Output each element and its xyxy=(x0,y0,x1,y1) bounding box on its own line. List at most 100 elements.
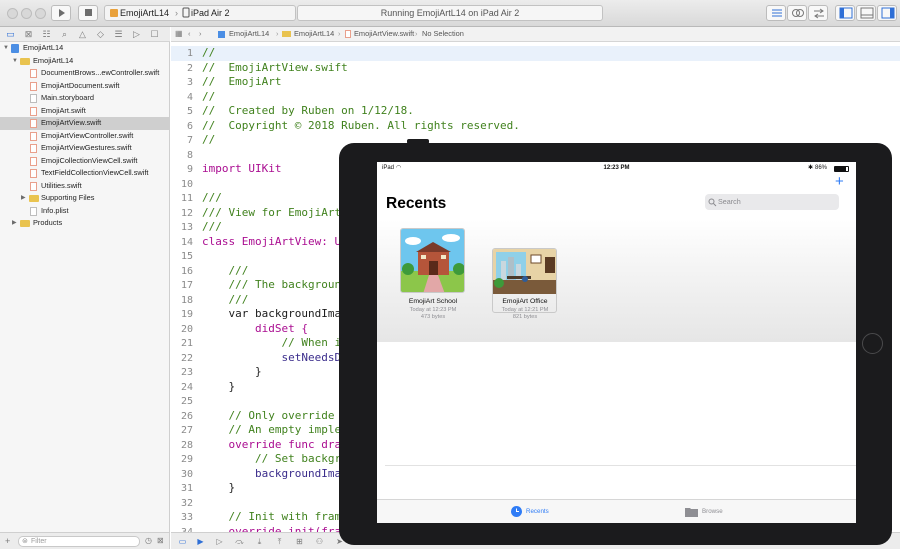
storyboard-file-icon xyxy=(30,94,37,103)
debug-icon[interactable]: ☰ xyxy=(114,30,123,39)
tree-row[interactable]: EmojiArtViewController.swift xyxy=(0,130,169,143)
source-control-icon[interactable]: ⊠ xyxy=(24,30,33,39)
tree-row[interactable]: DocumentBrows...ewController.swift xyxy=(0,67,169,80)
breadcrumb-project[interactable]: EmojiArtL14 xyxy=(229,27,269,41)
line-number: 19 xyxy=(180,309,193,320)
folder-icon xyxy=(685,508,698,517)
tab-recents[interactable]: Recents xyxy=(511,500,571,523)
navigator-filter-bar: + ⊜ Filter ◷ ⊠ xyxy=(0,532,170,549)
tree-row[interactable]: ▶ Supporting Files xyxy=(0,192,169,205)
recent-files-icon[interactable]: ◷ xyxy=(145,536,152,546)
scheme-selector[interactable]: EmojiArtL14 › iPad Air 2 xyxy=(104,5,296,21)
tree-row-selected[interactable]: EmojiArtView.swift xyxy=(0,117,169,130)
issue-icon[interactable]: △ xyxy=(78,30,87,39)
home-button[interactable] xyxy=(862,333,883,354)
pause-icon[interactable]: ▷ xyxy=(215,537,224,546)
tab-browse[interactable]: Browse xyxy=(685,500,745,523)
tab-bar: Recents Browse xyxy=(377,499,856,523)
standard-editor-button[interactable] xyxy=(766,5,786,21)
tree-row[interactable]: EmojiArtDocument.swift xyxy=(0,80,169,93)
run-button[interactable] xyxy=(51,5,71,21)
tree-row[interactable]: ▼ EmojiArtL14 xyxy=(0,55,169,68)
report-icon[interactable]: ☐ xyxy=(150,30,159,39)
tree-row[interactable]: TextFieldCollectionViewCell.swift xyxy=(0,167,169,180)
tree-row[interactable]: ▼ EmojiArtL14 xyxy=(0,42,169,55)
navigator-selector-bar: ▭ ⊠ ☷ ⌕ △ ◇ ☰ ▷ ☐ xyxy=(0,27,170,42)
code-text: } xyxy=(202,481,236,494)
tree-label: Supporting Files xyxy=(41,193,95,202)
tree-row[interactable]: ▶ Products xyxy=(0,217,169,230)
version-editor-button[interactable] xyxy=(808,5,828,21)
folder-icon[interactable]: ▭ xyxy=(6,30,15,39)
swift-file-icon xyxy=(30,81,37,91)
scm-filter-icon[interactable]: ⊠ xyxy=(157,536,164,546)
breadcrumb-file[interactable]: EmojiArtView.swift xyxy=(354,27,414,41)
line-number: 26 xyxy=(180,410,193,422)
disclosure-open-icon[interactable]: ▼ xyxy=(12,55,20,68)
navigator-toggle[interactable] xyxy=(835,5,855,21)
disclosure-open-icon[interactable]: ▼ xyxy=(3,42,11,55)
activity-text: Running EmojiArtL14 on iPad Air 2 xyxy=(380,8,520,18)
tree-row[interactable]: Main.storyboard xyxy=(0,92,169,105)
stop-button[interactable] xyxy=(78,5,98,21)
tree-label: EmojiArtViewController.swift xyxy=(41,130,134,140)
tree-row[interactable]: Info.plist xyxy=(0,205,169,218)
code-line[interactable]: 6 // Copyright © 2018 Ruben. All rights r… xyxy=(171,119,900,134)
disclosure-closed-icon[interactable]: ▶ xyxy=(21,192,29,205)
tree-row[interactable]: EmojiArt.swift xyxy=(0,105,169,118)
symbol-icon[interactable]: ☷ xyxy=(42,30,51,39)
breadcrumb-selection[interactable]: No Selection xyxy=(422,27,464,41)
memory-graph-icon[interactable]: ⚇ xyxy=(315,537,324,546)
add-icon[interactable]: + xyxy=(5,536,10,546)
breakpoints-icon[interactable]: ▶ xyxy=(196,537,205,546)
hide-debug-icon[interactable]: ▭ xyxy=(178,537,187,546)
minimize-window-button[interactable] xyxy=(21,8,32,19)
tree-label: EmojiArt.swift xyxy=(41,105,86,115)
swift-file-icon xyxy=(30,181,37,191)
project-icon xyxy=(11,44,19,53)
code-line[interactable]: 5 // Created by Ruben on 1/12/18. xyxy=(171,104,900,119)
code-line[interactable]: 2 // EmojiArtView.swift xyxy=(171,61,900,76)
line-number: 31 xyxy=(180,483,193,494)
code-line[interactable]: 3 // EmojiArt xyxy=(171,75,900,90)
swift-file-icon xyxy=(30,156,37,166)
related-items-icon[interactable]: ▦ xyxy=(175,27,183,41)
tree-row[interactable]: EmojiArtViewGestures.swift xyxy=(0,142,169,155)
back-arrow-icon[interactable]: ‹ xyxy=(188,27,190,41)
zoom-window-button[interactable] xyxy=(35,8,46,19)
step-over-icon[interactable]: ⤼ xyxy=(235,537,244,546)
breadcrumb-group[interactable]: EmojiArtL14 xyxy=(294,27,334,41)
tree-row[interactable]: Utilities.swift xyxy=(0,180,169,193)
code-text: } xyxy=(202,379,236,393)
disclosure-closed-icon[interactable]: ▶ xyxy=(12,217,20,230)
view-hierarchy-icon[interactable]: ⊞ xyxy=(295,537,304,546)
breakpoint-icon[interactable]: ▷ xyxy=(132,30,141,39)
add-document-button[interactable]: + xyxy=(835,174,844,190)
filter-input[interactable]: ⊜ Filter xyxy=(18,536,140,547)
swift-file-icon xyxy=(30,144,37,153)
line-number: 8 xyxy=(186,149,193,161)
search-field[interactable]: Search xyxy=(705,194,839,210)
document-item[interactable]: EmojiArt Office Today at 12:21 PM 821 by… xyxy=(481,228,569,338)
test-icon[interactable]: ◇ xyxy=(96,30,105,39)
step-in-icon[interactable]: ⤓ xyxy=(255,537,264,546)
line-number: 30 xyxy=(180,468,193,480)
battery-percent: 86% xyxy=(815,165,828,171)
chevron-right-icon: › xyxy=(415,29,418,38)
document-item[interactable]: EmojiArt School Today at 12:23 PM 473 by… xyxy=(389,228,477,338)
tree-row[interactable]: EmojiCollectionViewCell.swift xyxy=(0,155,169,168)
debug-area-toggle[interactable] xyxy=(856,5,876,21)
close-window-button[interactable] xyxy=(7,8,18,19)
find-icon[interactable]: ⌕ xyxy=(60,30,69,39)
search-icon xyxy=(708,198,717,207)
line-number: 20 xyxy=(180,323,193,335)
assistant-editor-button[interactable] xyxy=(787,5,807,21)
code-line[interactable]: 1 // xyxy=(171,46,900,61)
forward-arrow-icon[interactable]: › xyxy=(199,27,201,41)
utilities-toggle[interactable] xyxy=(877,5,897,21)
document-date: Today at 12:21 PM xyxy=(501,307,549,313)
code-line[interactable]: 4 // xyxy=(171,90,900,105)
step-out-icon[interactable]: ⤒ xyxy=(275,537,284,546)
folder-icon xyxy=(20,220,30,227)
code-text: // xyxy=(202,46,216,59)
